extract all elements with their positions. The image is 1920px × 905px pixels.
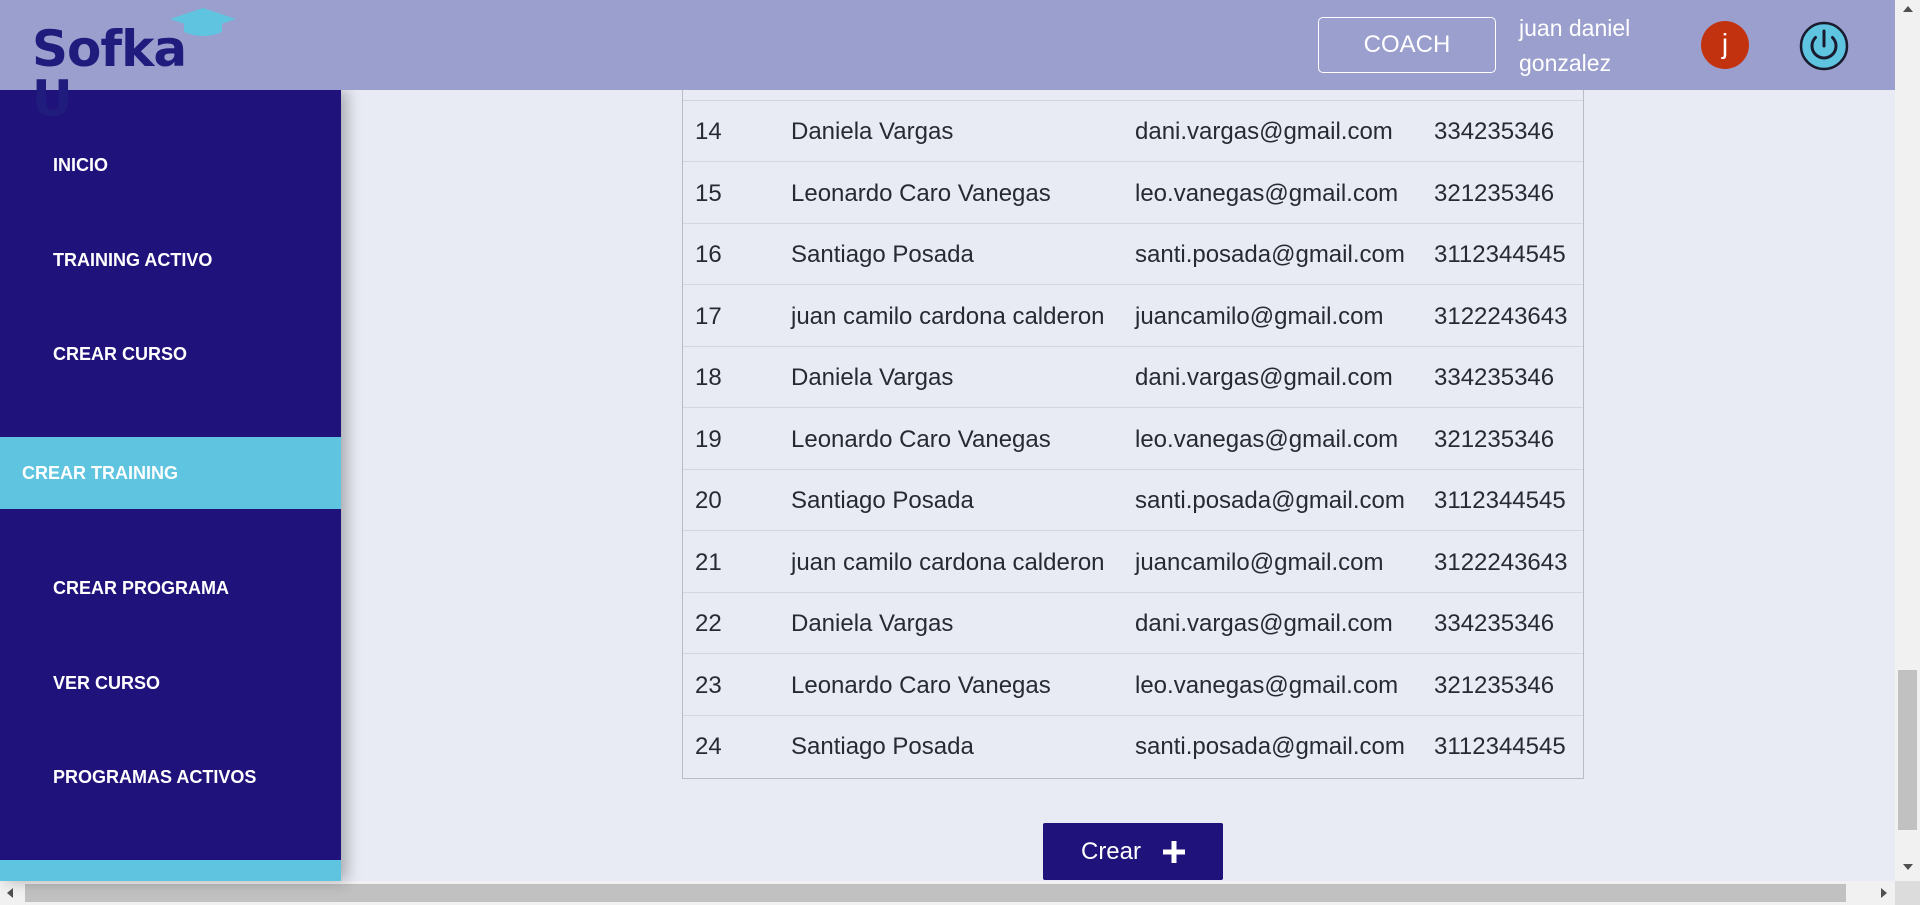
- student-name: Leonardo Caro Vanegas: [791, 425, 1051, 453]
- row-number: 21: [695, 548, 722, 576]
- horizontal-scroll-thumb[interactable]: [25, 884, 1846, 902]
- table-row: 21 juan camilo cardona calderon juancamilo…: [683, 532, 1583, 593]
- student-name: Santiago Posada: [791, 733, 974, 760]
- sidebar-item-crear-curso[interactable]: CREAR CURSO: [0, 344, 341, 365]
- student-phone: 3112344545: [1434, 241, 1566, 268]
- student-phone: 3112344545: [1434, 733, 1566, 760]
- table-row: 15 Leonardo Caro Vanegas leo.vanegas@gmail…: [683, 163, 1583, 224]
- student-name: juan camilo cardona calderon: [791, 302, 1105, 330]
- student-name: Santiago Posada: [791, 241, 974, 268]
- sidebar-next-item[interactable]: [0, 860, 341, 881]
- student-name: Daniela Vargas: [791, 364, 954, 391]
- table-row: 20 Santiago Posada santi.posada@gmail.com 3…: [683, 470, 1583, 531]
- row-number: 24: [695, 733, 722, 760]
- student-name: Leonardo Caro Vanegas: [791, 671, 1051, 699]
- student-email: dani.vargas@gmail.com: [1135, 610, 1393, 637]
- scroll-left-icon[interactable]: [7, 888, 13, 898]
- row-number: 16: [695, 241, 722, 268]
- table-row: 24 Santiago Posada santi.posada@gmail.com 3…: [683, 716, 1583, 777]
- student-name: Leonardo Caro Vanegas: [791, 179, 1051, 207]
- role-button[interactable]: COACH: [1318, 17, 1496, 73]
- row-number: 20: [695, 487, 722, 514]
- student-phone: 3122243643: [1434, 548, 1568, 576]
- power-icon[interactable]: [1799, 21, 1849, 71]
- scroll-right-icon[interactable]: [1881, 888, 1887, 898]
- avatar[interactable]: j: [1701, 21, 1749, 69]
- student-email: leo.vanegas@gmail.com: [1135, 425, 1399, 453]
- student-phone: 321235346: [1434, 179, 1555, 207]
- students-table: 14 Daniela Vargas dani.vargas@gmail.com 334…: [682, 90, 1584, 779]
- vertical-scroll-thumb[interactable]: [1898, 670, 1917, 830]
- student-email: leo.vanegas@gmail.com: [1135, 671, 1399, 699]
- top-header: Sofka U COACH juan daniel gonzalez j: [0, 0, 1895, 124]
- student-name: Daniela Vargas: [791, 118, 954, 145]
- row-number: 15: [695, 179, 722, 207]
- student-phone: 334235346: [1434, 364, 1555, 391]
- student-email: santi.posada@gmail.com: [1135, 487, 1405, 514]
- row-number: 19: [695, 425, 722, 453]
- student-phone: 321235346: [1434, 425, 1555, 453]
- sidebar-item-inicio[interactable]: INICIO: [0, 155, 341, 176]
- student-name: Daniela Vargas: [791, 610, 954, 637]
- table-row: 19 Leonardo Caro Vanegas leo.vanegas@gmail…: [683, 409, 1583, 470]
- sidebar-item-crear-programa[interactable]: CREAR PROGRAMA: [0, 578, 341, 599]
- table-row: 23 Leonardo Caro Vanegas leo.vanegas@gmail…: [683, 655, 1583, 716]
- student-email: leo.vanegas@gmail.com: [1135, 179, 1399, 207]
- scroll-up-icon[interactable]: [1903, 6, 1913, 12]
- row-number: 22: [695, 610, 722, 637]
- sidebar-item-training-activo[interactable]: TRAINING ACTIVO: [0, 250, 341, 271]
- row-number: 17: [695, 302, 722, 330]
- table-row: 22 Daniela Vargas dani.vargas@gmail.com 334…: [683, 593, 1583, 654]
- sofka-u-logo[interactable]: Sofka U: [32, 8, 242, 124]
- sidebar: INICIO TRAINING ACTIVO CREAR CURSO CREAR…: [0, 90, 341, 881]
- vertical-scrollbar[interactable]: [1895, 0, 1920, 881]
- table-row: 17 juan camilo cardona calderon juancamilo…: [683, 286, 1583, 347]
- student-phone: 3122243643: [1434, 302, 1568, 330]
- student-phone: 334235346: [1434, 610, 1555, 637]
- student-email: santi.posada@gmail.com: [1135, 733, 1405, 760]
- scroll-down-icon[interactable]: [1903, 864, 1913, 870]
- create-button[interactable]: Crear: [1043, 823, 1223, 880]
- logo-text: Sofka U: [32, 20, 187, 128]
- student-name: Santiago Posada: [791, 487, 974, 514]
- student-name: juan camilo cardona calderon: [791, 548, 1105, 576]
- student-email: juancamilo@gmail.com: [1135, 302, 1384, 330]
- scrollbar-corner: [1895, 881, 1920, 905]
- row-number: 14: [695, 118, 722, 145]
- plus-icon: [1163, 840, 1185, 863]
- student-email: santi.posada@gmail.com: [1135, 241, 1405, 268]
- row-number: 18: [695, 364, 722, 391]
- student-phone: 3112344545: [1434, 487, 1566, 514]
- student-phone: 334235346: [1434, 118, 1555, 145]
- table-row: 16 Santiago Posada santi.posada@gmail.com 3…: [683, 224, 1583, 285]
- user-name: juan daniel gonzalez: [1519, 15, 1631, 76]
- student-email: dani.vargas@gmail.com: [1135, 364, 1393, 391]
- sidebar-item-ver-curso[interactable]: VER CURSO: [0, 673, 341, 694]
- table-row: 14 Daniela Vargas dani.vargas@gmail.com 334…: [683, 101, 1583, 162]
- sidebar-item-crear-training[interactable]: CREAR TRAINING: [0, 437, 341, 509]
- student-email: juancamilo@gmail.com: [1135, 548, 1384, 576]
- sidebar-item-programas-activos[interactable]: PROGRAMAS ACTIVOS: [0, 767, 341, 788]
- student-phone: 321235346: [1434, 671, 1555, 699]
- graduation-cap-icon: [170, 8, 236, 36]
- horizontal-scrollbar[interactable]: [0, 881, 1895, 905]
- create-button-label: Crear: [1080, 837, 1141, 865]
- student-email: dani.vargas@gmail.com: [1135, 118, 1393, 145]
- table-row: 18 Daniela Vargas dani.vargas@gmail.com 334…: [683, 347, 1583, 408]
- row-number: 23: [695, 671, 722, 699]
